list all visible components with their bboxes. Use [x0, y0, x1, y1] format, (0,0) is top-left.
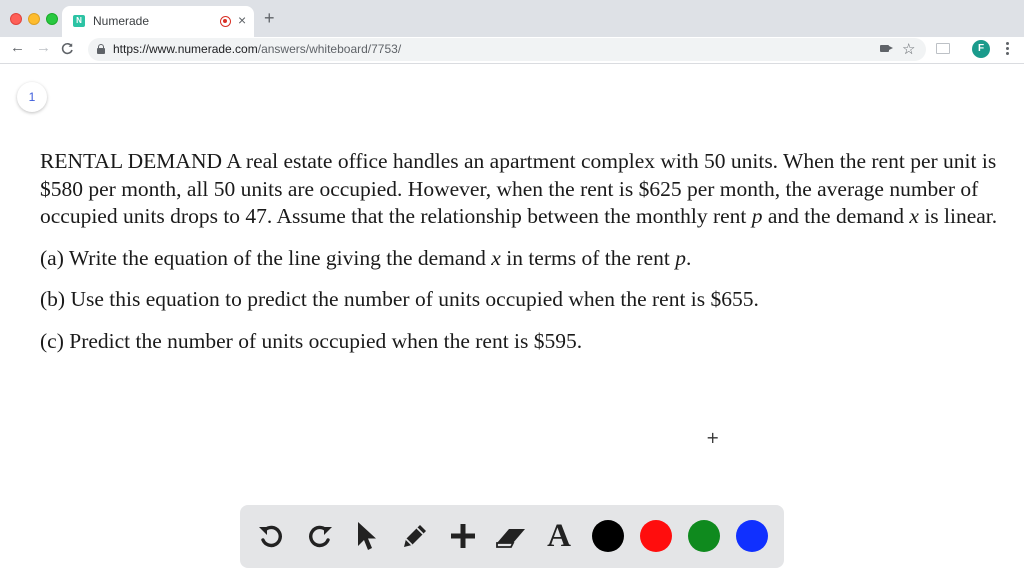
part-a-text-3: . [685, 245, 692, 270]
part-a-text-1: (a) Write the equation of the line givin… [40, 245, 492, 270]
part-b: (b) Use this equation to predict the num… [40, 287, 759, 311]
add-icon[interactable] [446, 519, 480, 553]
eraser-icon[interactable] [494, 519, 528, 553]
url-path: /answers/whiteboard/7753/ [257, 42, 402, 56]
reload-icon [61, 42, 73, 55]
part-a: (a) Write the equation of the line givin… [40, 245, 1020, 273]
url-host: https://www.numerade.com [113, 42, 258, 56]
var-x: x [909, 204, 919, 228]
color-black-swatch[interactable] [592, 520, 624, 552]
lock-icon [97, 44, 105, 54]
whiteboard-toolbar: A [240, 505, 784, 568]
var-p: p [751, 204, 763, 228]
maximize-window-button[interactable] [46, 13, 58, 25]
pointer-icon[interactable] [350, 519, 384, 553]
text-icon[interactable]: A [542, 519, 576, 553]
undo-icon[interactable] [254, 519, 288, 553]
intro-text-b: and the demand [762, 204, 910, 228]
color-green-swatch[interactable] [688, 520, 720, 552]
camera-icon[interactable] [880, 45, 893, 52]
recording-icon [220, 16, 231, 27]
forward-button[interactable]: → [36, 39, 51, 56]
browser-toolbar: ← → https://www.numerade.com/answers/whi… [0, 37, 1024, 64]
pen-icon[interactable] [398, 519, 432, 553]
new-tab-button[interactable]: + [264, 8, 275, 28]
bookmark-star-icon[interactable]: ☆ [902, 40, 915, 58]
part-a-var-p: p [675, 245, 686, 270]
tab-close-icon[interactable]: × [238, 12, 246, 28]
color-red-swatch[interactable] [640, 520, 672, 552]
color-blue-swatch[interactable] [736, 520, 768, 552]
part-a-text-2: in terms of the rent [500, 245, 676, 270]
crosshair-cursor-icon: + [706, 428, 720, 447]
problem-text: RENTAL DEMAND A real estate office handl… [40, 148, 1020, 355]
browser-tab[interactable]: N Numerade × [62, 6, 254, 37]
url-text: https://www.numerade.com/answers/whitebo… [113, 42, 401, 56]
cast-icon[interactable] [936, 43, 950, 54]
tab-strip: N Numerade × + [0, 0, 1024, 37]
address-bar[interactable]: https://www.numerade.com/answers/whitebo… [88, 38, 926, 61]
profile-avatar[interactable]: F [972, 40, 990, 58]
part-a-var-x: x [491, 245, 501, 270]
redo-icon[interactable] [303, 519, 337, 553]
page-number-badge[interactable]: 1 [17, 82, 47, 112]
intro-text-c: is linear. [918, 204, 998, 228]
minimize-window-button[interactable] [28, 13, 40, 25]
tab-title: Numerade [93, 14, 150, 28]
browser-menu-icon[interactable] [1006, 42, 1010, 58]
reload-button[interactable] [61, 39, 74, 59]
numerade-favicon-icon: N [73, 15, 85, 27]
back-button[interactable]: ← [10, 39, 25, 56]
part-c: (c) Predict the number of units occupied… [40, 328, 583, 353]
close-window-button[interactable] [10, 13, 22, 25]
problem-intro: RENTAL DEMAND A real estate office handl… [40, 148, 1020, 231]
